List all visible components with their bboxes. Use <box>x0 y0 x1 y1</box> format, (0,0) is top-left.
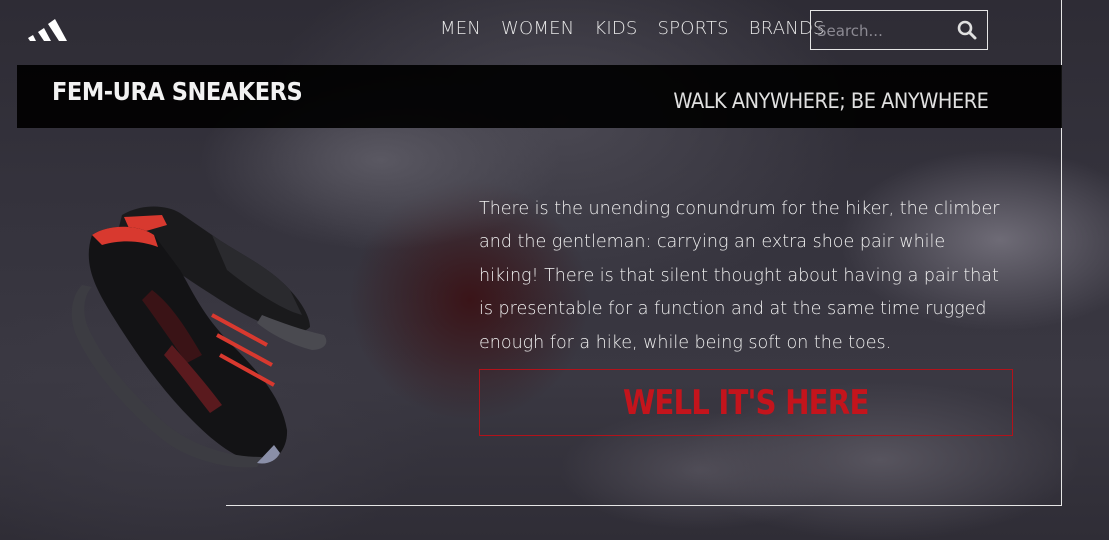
nav-item-sports[interactable]: SPORTS <box>658 18 729 39</box>
cta-button[interactable]: WELL IT'S HERE <box>479 369 1013 436</box>
hero-page: MEN WOMEN KIDS SPORTS BRANDS FEM-URA SNE… <box>0 0 1109 540</box>
nav-item-kids[interactable]: KIDS <box>594 18 637 39</box>
product-title: FEM-URA SNEAKERS <box>52 77 303 106</box>
frame-border-bottom <box>226 505 1062 506</box>
search-input[interactable] <box>815 17 959 45</box>
tagline: WALK ANYWHERE; BE ANYWHERE <box>672 89 988 113</box>
product-description: There is the unending conundrum for the … <box>479 198 1000 353</box>
cta-label: WELL IT'S HERE <box>623 382 869 423</box>
nav-item-women[interactable]: WOMEN <box>501 18 574 39</box>
title-bar: FEM-URA SNEAKERS WALK ANYWHERE; BE ANYWH… <box>17 65 1062 128</box>
nav-item-men[interactable]: MEN <box>440 18 481 39</box>
search-box <box>810 10 988 50</box>
main-nav: MEN WOMEN KIDS SPORTS BRANDS <box>440 18 825 39</box>
sneaker-image <box>71 206 327 468</box>
search-icon[interactable] <box>957 20 977 40</box>
brand-logo-icon[interactable] <box>26 14 74 42</box>
